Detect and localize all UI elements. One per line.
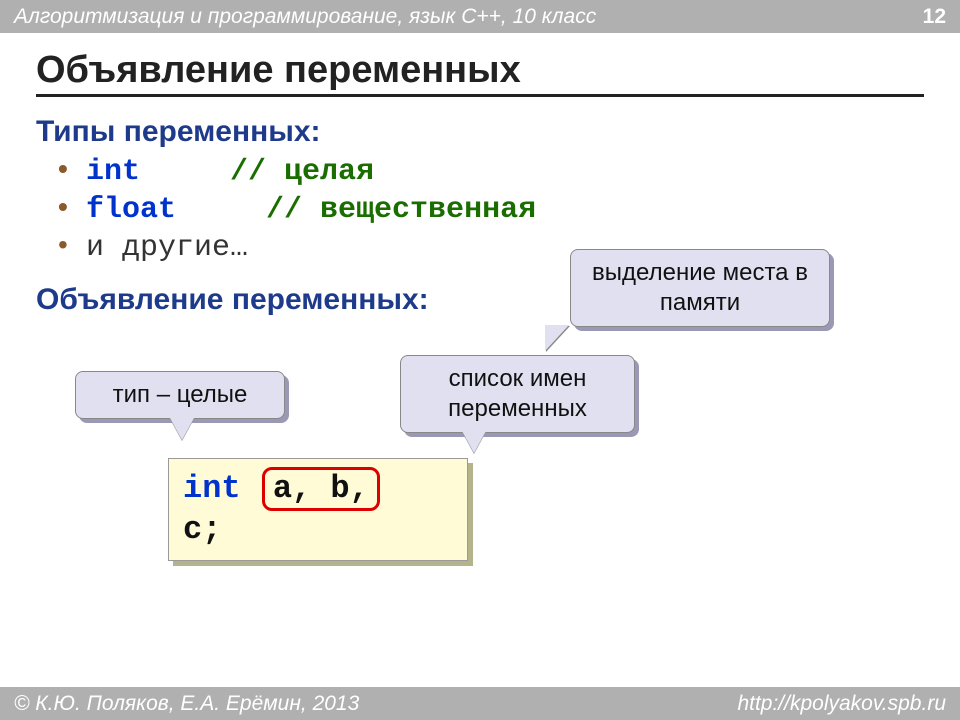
type-item-float: float // вещественная: [86, 193, 924, 227]
keyword-float: float: [86, 193, 176, 227]
code-box: int a, b, c;: [168, 458, 468, 561]
callout-memory: выделение места в памяти: [570, 249, 830, 327]
comment-int: // целая: [230, 155, 374, 189]
callout-type: тип – целые: [75, 371, 285, 419]
code-keyword: int: [183, 470, 241, 507]
code-tail: c;: [183, 511, 221, 548]
footer-url: http://kpolyakov.spb.ru: [737, 692, 946, 716]
keyword-int: int: [86, 155, 140, 189]
comment-float: // вещественная: [266, 193, 536, 227]
type-item-int: int // целая: [86, 155, 924, 189]
callout-varlist-tail: [462, 431, 486, 453]
code-varlist-outline: a, b,: [262, 467, 380, 511]
authors-label: © К.Ю. Поляков, Е.А. Ерёмин, 2013: [14, 692, 359, 716]
types-heading: Типы переменных:: [36, 115, 924, 149]
header-bar: Алгоритмизация и программирование, язык …: [0, 0, 960, 33]
callout-varlist: список имен переменных: [400, 355, 635, 433]
page-number: 12: [923, 5, 946, 29]
course-label: Алгоритмизация и программирование, язык …: [14, 5, 596, 29]
callout-memory-tail: [545, 325, 569, 351]
page-title: Объявление переменных: [36, 49, 924, 97]
footer-bar: © К.Ю. Поляков, Е.А. Ерёмин, 2013 http:/…: [0, 687, 960, 720]
callout-type-tail: [170, 418, 194, 440]
code-vars: a, b,: [273, 470, 369, 507]
